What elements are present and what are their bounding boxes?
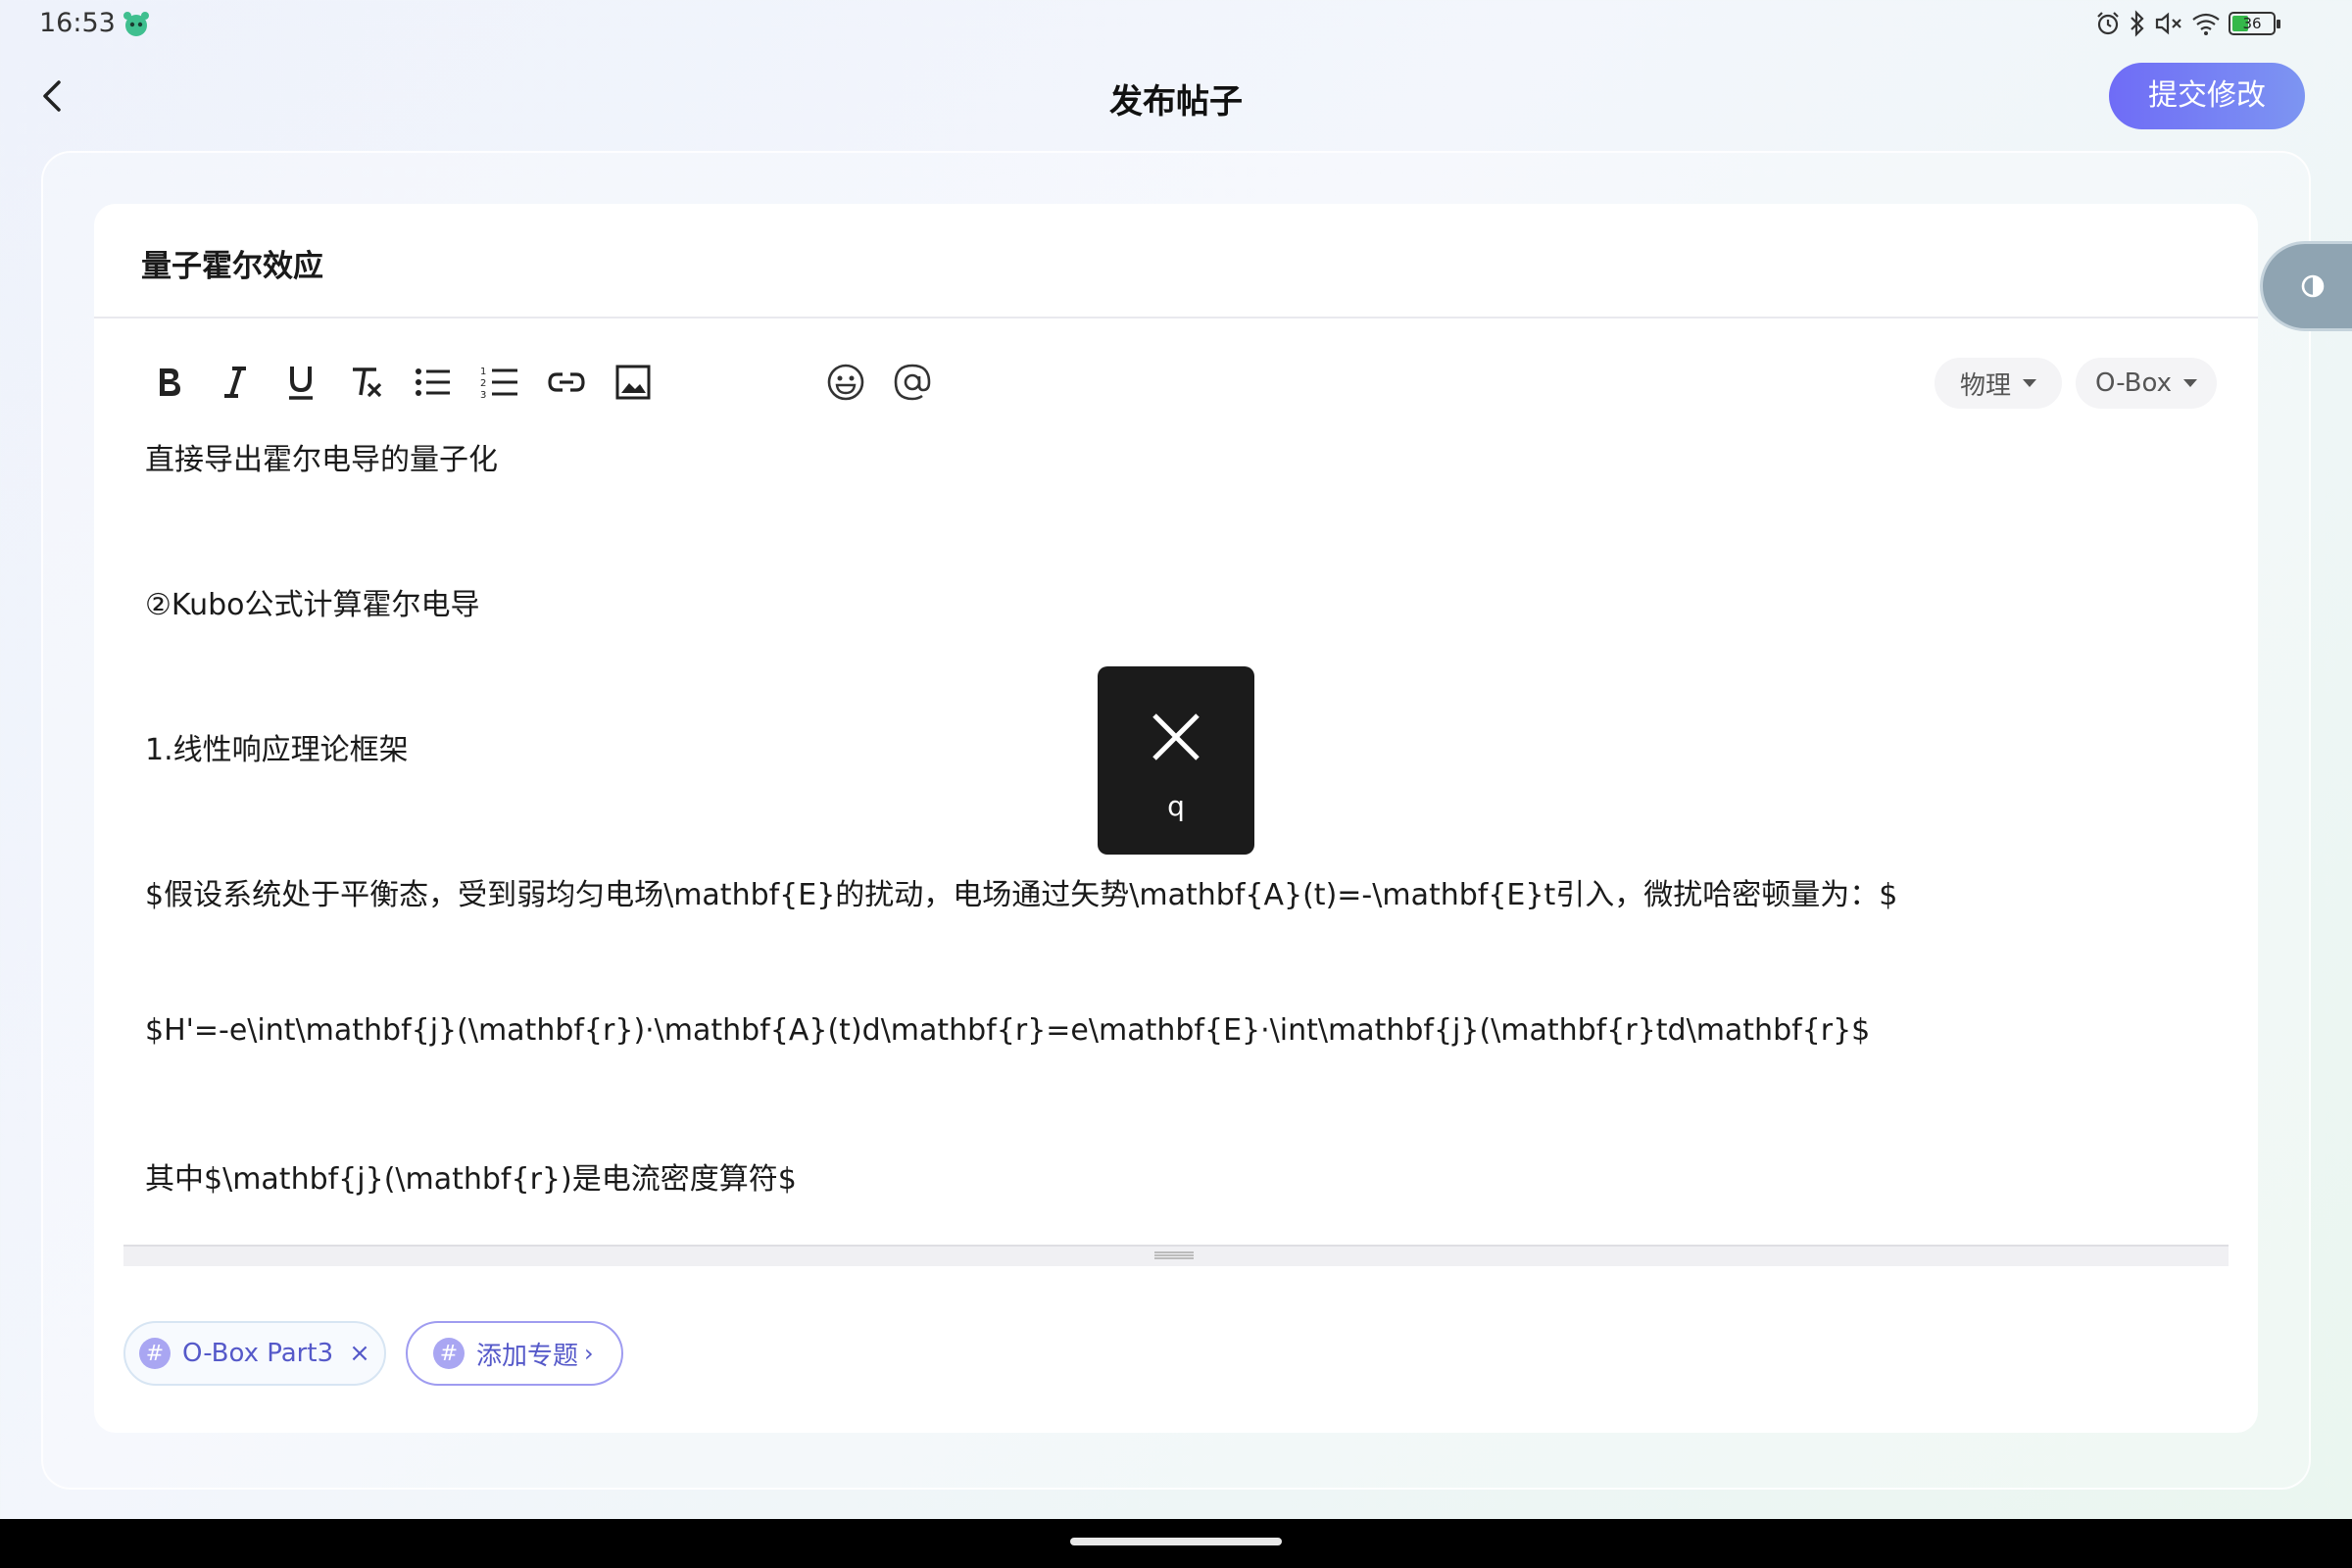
topic-chip[interactable]: # O-Box Part3 × (123, 1321, 386, 1386)
editor-paragraph[interactable]: ②Kubo公式计算霍尔电导 (145, 580, 479, 623)
contrast-icon (2301, 274, 2325, 298)
category-dropdown[interactable]: 物理 (1935, 358, 2062, 409)
chevron-right-icon: › (584, 1340, 594, 1367)
bullet-list-icon (416, 368, 450, 396)
key-press-popup: q (1098, 666, 1254, 855)
app-notification-icon (123, 12, 149, 36)
add-topic-button[interactable]: # 添加专题 › (406, 1321, 623, 1386)
page-title: 发布帖子 (1109, 82, 1243, 122)
svg-text:3: 3 (480, 390, 486, 400)
status-time: 16:53 (39, 8, 116, 38)
clear-format-button[interactable] (343, 359, 390, 406)
numbered-list-button[interactable]: 1 2 3 (476, 359, 523, 406)
status-bar: 16:53 36 (0, 0, 2352, 49)
editor-paragraph[interactable]: 其中$\mathbf{j}(\mathbf{r})是电流密度算符$ (145, 1154, 797, 1198)
add-topic-label: 添加专题 (476, 1341, 579, 1371)
category-label: 物理 (1959, 370, 2011, 401)
title-divider (94, 317, 2258, 318)
key-letter: q (1167, 790, 1185, 822)
mention-button[interactable] (889, 359, 936, 406)
battery-level: 36 (2242, 15, 2262, 32)
insert-image-button[interactable] (610, 359, 657, 406)
italic-icon (224, 367, 246, 398)
emoji-icon (827, 364, 864, 401)
clear-format-icon (353, 368, 382, 398)
topic-chip-label: O-Box Part3 (182, 1339, 334, 1368)
alarm-icon (2097, 12, 2119, 35)
editor-paragraph[interactable]: 直接导出霍尔电导的量子化 (145, 435, 498, 478)
numbered-list-icon: 1 2 3 (480, 367, 517, 400)
home-indicator[interactable] (1070, 1538, 1282, 1545)
image-icon (615, 365, 651, 400)
submit-changes-button[interactable]: 提交修改 (2109, 63, 2305, 129)
editor-paragraph[interactable]: $假设系统处于平衡态，受到弱均匀电场\mathbf{E}的扰动，电场通过矢势\m… (145, 870, 1897, 913)
link-icon (548, 372, 585, 392)
floating-theme-toggle[interactable] (2260, 241, 2352, 331)
mute-icon (2155, 12, 2181, 35)
italic-button[interactable] (212, 359, 259, 406)
link-button[interactable] (543, 359, 590, 406)
hashtag-icon: # (139, 1338, 171, 1369)
remove-topic-icon[interactable]: × (349, 1339, 370, 1368)
caret-down-icon (2023, 379, 2036, 387)
editor-paragraph[interactable]: $H'=-e\int\mathbf{j}(\mathbf{r})·\mathbf… (145, 1013, 1870, 1048)
board-label: O-Box (2095, 368, 2172, 398)
post-title-input[interactable]: 量子霍尔效应 (141, 241, 323, 285)
bullet-list-button[interactable] (410, 359, 457, 406)
svg-text:2: 2 (480, 378, 486, 389)
underline-button[interactable] (277, 359, 324, 406)
emoji-button[interactable] (822, 359, 869, 406)
mention-icon (894, 364, 931, 401)
bold-icon (160, 368, 180, 396)
board-dropdown[interactable]: O-Box (2076, 358, 2217, 409)
hashtag-icon: # (433, 1338, 465, 1369)
editor-paragraph[interactable]: 1.线性响应理论框架 (145, 725, 409, 768)
underline-icon (289, 367, 313, 400)
caret-down-icon (2182, 379, 2197, 387)
resize-handle-icon[interactable] (1154, 1250, 1194, 1260)
close-icon (1152, 713, 1200, 760)
svg-text:1: 1 (480, 367, 486, 377)
bluetooth-icon (2131, 10, 2144, 37)
battery-icon: 36 (2229, 12, 2280, 35)
bold-button[interactable] (145, 359, 192, 406)
wifi-icon (2192, 13, 2220, 35)
status-icons: 36 (2095, 10, 2280, 37)
